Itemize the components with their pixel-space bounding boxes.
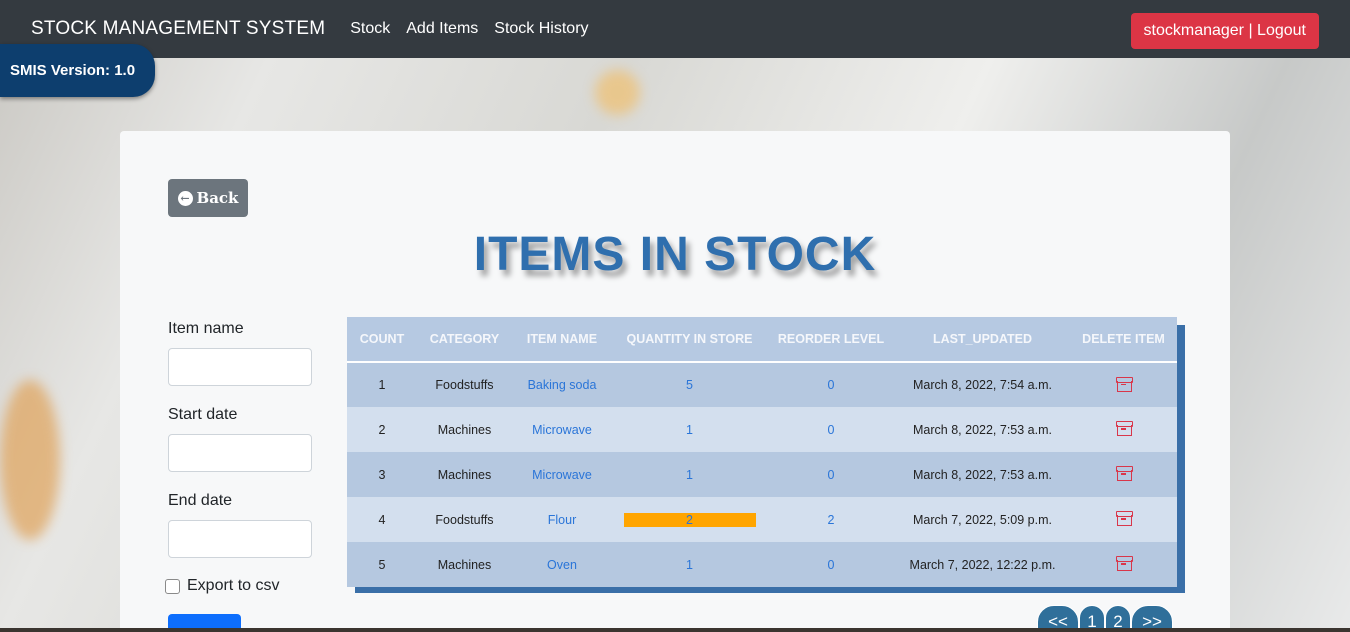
top-navbar: STOCK MANAGEMENT SYSTEM Stock Add Items … xyxy=(0,0,1350,58)
page-title: ITEMS IN STOCK xyxy=(473,228,877,281)
delete-archive-icon[interactable] xyxy=(1116,421,1133,436)
quantity-link-low-stock[interactable]: 2 xyxy=(623,512,756,527)
cell-count: 1 xyxy=(378,378,386,392)
cell-count: 4 xyxy=(378,512,386,527)
delete-archive-icon[interactable] xyxy=(1116,466,1133,481)
table-row: 2 Machines Microwave 1 0 March 8, 2022, … xyxy=(347,407,1177,452)
cell-count: 2 xyxy=(378,422,386,437)
cell-last-updated: March 8, 2022, 7:54 a.m. xyxy=(913,378,1052,392)
table-header-row: COUNT CATEGORY ITEM NAME QUANTITY IN STO… xyxy=(347,317,1177,363)
start-date-input[interactable] xyxy=(168,434,312,472)
arrow-left-circle-icon: ← xyxy=(177,190,193,206)
quantity-link[interactable]: 1 xyxy=(686,423,693,437)
header-reorder-level: REORDER LEVEL xyxy=(767,317,895,363)
cell-category: Machines xyxy=(437,467,492,482)
delete-archive-icon[interactable] xyxy=(1116,376,1133,392)
export-csv-label: Export to csv xyxy=(187,577,280,594)
item-name-link[interactable]: Microwave xyxy=(532,423,592,437)
header-quantity: QUANTITY IN STORE xyxy=(612,317,767,363)
quantity-link[interactable]: 5 xyxy=(686,378,693,392)
nav-link-stock-history[interactable]: Stock History xyxy=(494,20,588,38)
cell-count: 5 xyxy=(378,557,386,572)
reorder-level-link[interactable]: 0 xyxy=(828,558,835,572)
table-row: 4 Foodstuffs Flour 2 2 March 7, 2022, 5:… xyxy=(347,497,1177,542)
reorder-level-link[interactable]: 0 xyxy=(828,468,835,482)
main-panel: ← Back ITEMS IN STOCK Item name Start da… xyxy=(120,131,1230,632)
header-delete: DELETE ITEM xyxy=(1070,317,1177,363)
cell-count: 3 xyxy=(378,467,386,482)
cell-last-updated: March 7, 2022, 12:22 p.m. xyxy=(909,557,1056,572)
reorder-level-link[interactable]: 0 xyxy=(828,423,835,437)
delete-archive-icon[interactable] xyxy=(1116,556,1133,571)
item-name-link[interactable]: Baking soda xyxy=(528,378,597,392)
delete-archive-icon[interactable] xyxy=(1116,511,1133,526)
stock-table-container: COUNT CATEGORY ITEM NAME QUANTITY IN STO… xyxy=(347,317,1177,587)
bottom-edge xyxy=(0,628,1350,632)
logout-button[interactable]: stockmanager | Logout xyxy=(1130,13,1319,49)
back-button[interactable]: ← Back xyxy=(168,179,248,217)
end-date-input[interactable] xyxy=(168,520,312,558)
nav-link-stock[interactable]: Stock xyxy=(350,20,390,38)
cell-last-updated: March 8, 2022, 7:53 a.m. xyxy=(913,467,1052,482)
background-decoration xyxy=(0,380,60,540)
end-date-label: End date xyxy=(168,492,233,509)
table-row: 1 Foodstuffs Baking soda 5 0 March 8, 20… xyxy=(347,362,1177,407)
nav-link-add-items[interactable]: Add Items xyxy=(406,20,478,38)
reorder-level-link[interactable]: 0 xyxy=(828,378,835,392)
cell-category: Foodstuffs xyxy=(435,378,494,392)
version-badge: SMIS Version: 1.0 xyxy=(0,44,155,97)
item-name-link[interactable]: Oven xyxy=(547,558,577,572)
header-last-updated: LAST_UPDATED xyxy=(895,317,1070,363)
export-csv-option: Export to csv xyxy=(165,577,279,595)
item-name-label: Item name xyxy=(168,320,244,337)
cell-category: Machines xyxy=(437,557,492,572)
item-name-link[interactable]: Flour xyxy=(548,513,576,527)
table-row: 5 Machines Oven 1 0 March 7, 2022, 12:22… xyxy=(347,542,1177,587)
quantity-link[interactable]: 1 xyxy=(686,558,693,572)
stock-table: COUNT CATEGORY ITEM NAME QUANTITY IN STO… xyxy=(347,317,1177,587)
header-category: CATEGORY xyxy=(417,317,512,363)
export-csv-checkbox[interactable] xyxy=(165,578,180,594)
cell-last-updated: March 8, 2022, 7:53 a.m. xyxy=(913,422,1052,437)
reorder-level-link[interactable]: 2 xyxy=(828,513,835,527)
cell-category: Machines xyxy=(437,422,492,437)
table-row: 3 Machines Microwave 1 0 March 8, 2022, … xyxy=(347,452,1177,497)
cell-category: Foodstuffs xyxy=(435,512,494,527)
header-item-name: ITEM NAME xyxy=(512,317,612,363)
back-button-label: Back xyxy=(196,189,239,207)
background-decoration xyxy=(595,70,640,115)
quantity-link[interactable]: 1 xyxy=(686,468,693,482)
header-count: COUNT xyxy=(347,317,417,363)
item-name-input[interactable] xyxy=(168,348,312,386)
start-date-label: Start date xyxy=(168,406,238,423)
item-name-link[interactable]: Microwave xyxy=(532,468,592,482)
cell-last-updated: March 7, 2022, 5:09 p.m. xyxy=(913,512,1052,527)
app-brand[interactable]: STOCK MANAGEMENT SYSTEM xyxy=(31,18,325,40)
